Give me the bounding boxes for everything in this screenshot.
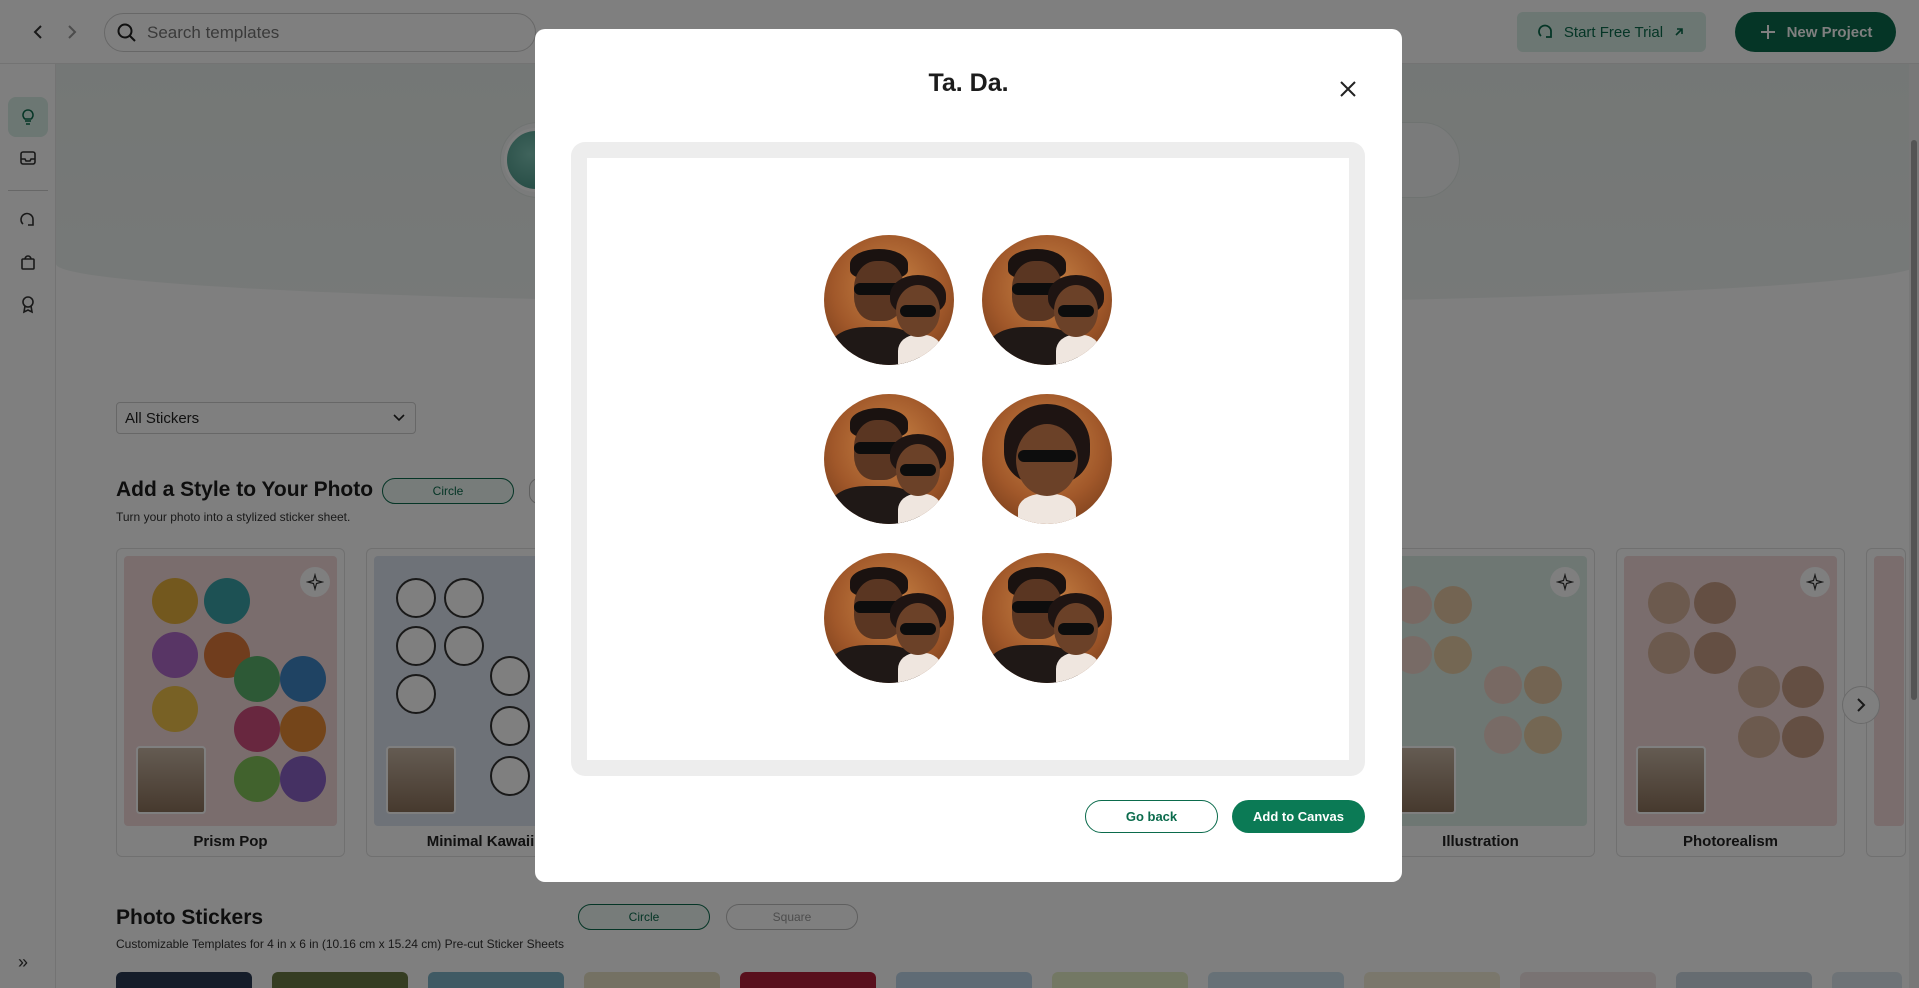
go-back-button[interactable]: Go back [1085, 800, 1218, 833]
sticker-sheet-frame [571, 142, 1365, 776]
sticker-5 [824, 553, 954, 683]
sticker-3 [824, 394, 954, 524]
result-dialog: Ta. Da. Go back Add to Canvas [535, 29, 1402, 882]
close-button[interactable] [1334, 75, 1362, 103]
close-icon [1340, 81, 1356, 97]
sticker-2 [982, 235, 1112, 365]
sticker-1 [824, 235, 954, 365]
dialog-title: Ta. Da. [928, 69, 1009, 97]
add-to-canvas-button[interactable]: Add to Canvas [1232, 800, 1365, 833]
sticker-4 [982, 394, 1112, 524]
sticker-6 [982, 553, 1112, 683]
sticker-sheet-canvas [587, 158, 1349, 760]
